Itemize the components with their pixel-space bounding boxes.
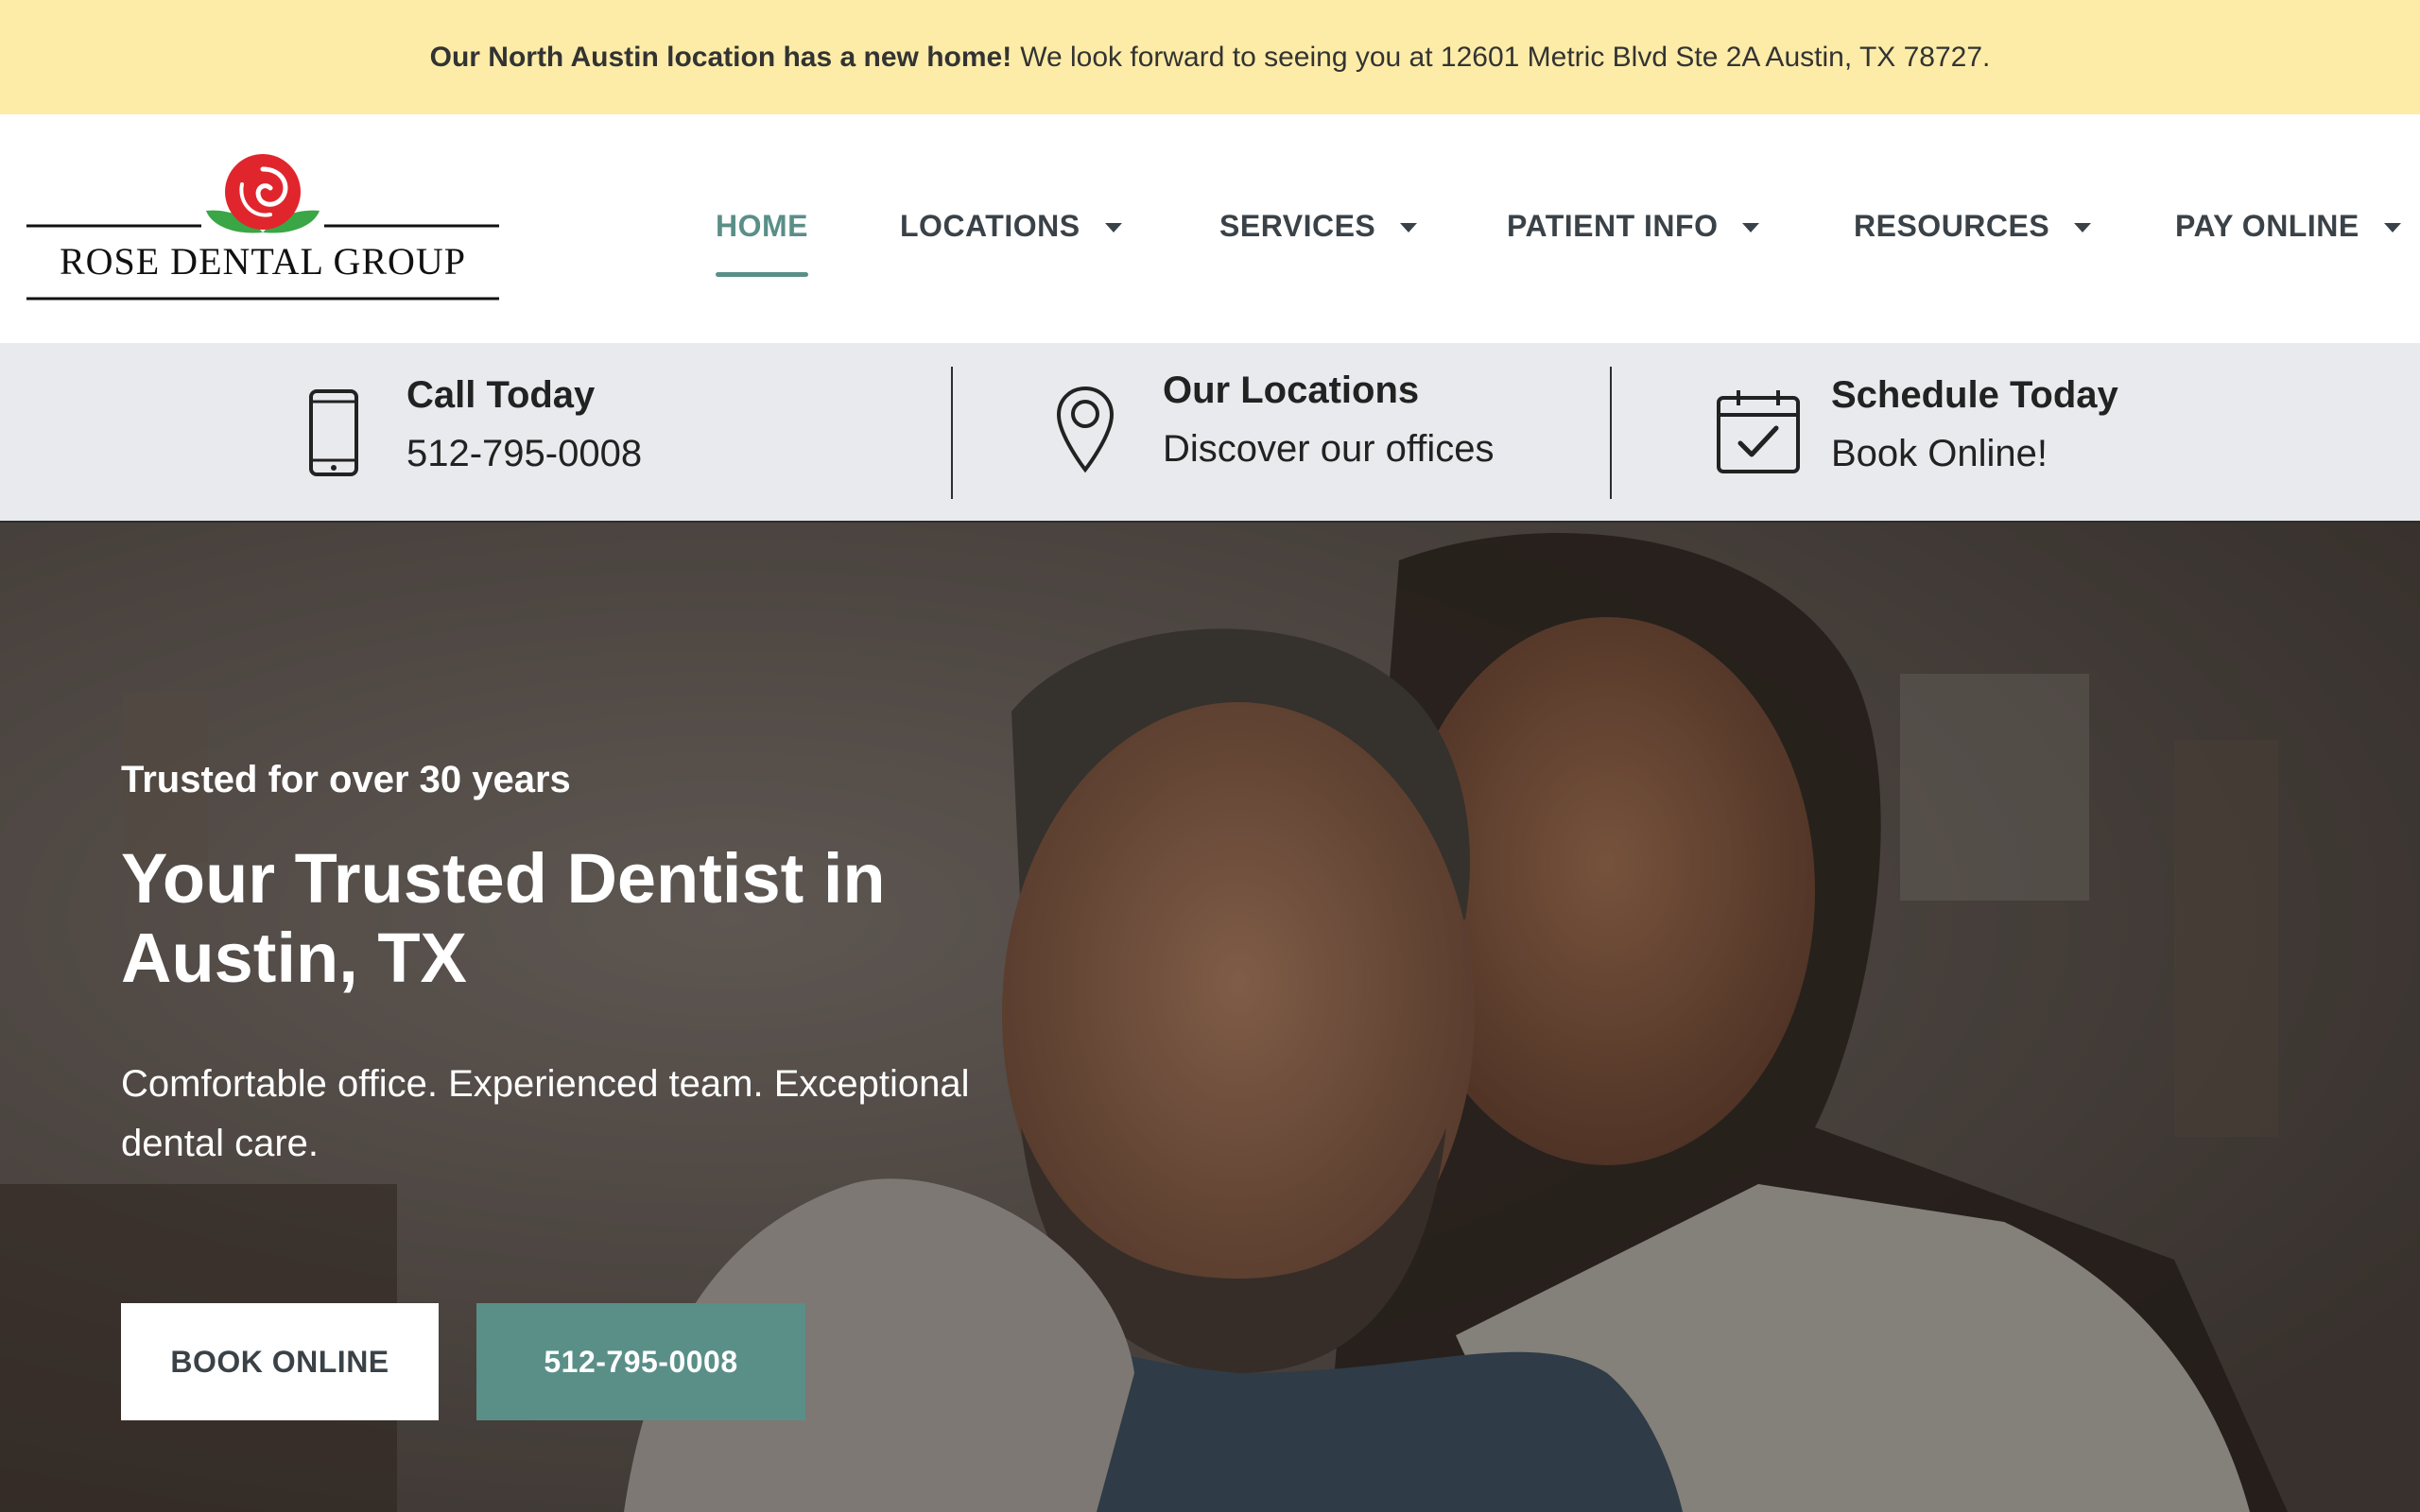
announcement-text: We look forward to seeing you at 12601 M… [1020,41,1991,73]
announcement-bar: Our North Austin location has a new home… [0,0,2420,114]
hero-eyebrow: Trusted for over 30 years [121,759,571,800]
calendar-check-icon [1717,390,1800,473]
our-locations-sub: Discover our offices [1163,428,1495,470]
chevron-down-icon [2074,223,2092,232]
info-bar: Call Today 512-795-0008 Our Locations Di… [0,343,2420,523]
our-locations-block[interactable]: Our Locations Discover our offices [953,343,1611,523]
nav-locations[interactable]: LOCATIONS [900,209,1122,294]
chevron-down-icon [1104,223,1122,232]
nav-pay-online-label: PAY ONLINE [2175,209,2360,243]
site-header: ROSE DENTAL GROUP HOME LOCATIONS SERVICE… [0,114,2420,343]
nav-home[interactable]: HOME [716,209,808,294]
nav-patient-info-label: PATIENT INFO [1507,209,1719,243]
nav-home-label: HOME [716,209,808,243]
our-locations-title: Our Locations [1163,369,1420,411]
call-today-number[interactable]: 512-795-0008 [406,433,642,475]
main-nav: HOME LOCATIONS SERVICES PATIENT INFO RES… [0,114,2420,343]
book-online-button[interactable]: BOOK ONLINE [121,1303,439,1420]
nav-resources-label: RESOURCES [1854,209,2050,243]
chevron-down-icon [1742,223,1760,232]
schedule-today-sub: Book Online! [1831,433,2048,474]
announcement-bold: Our North Austin location has a new home… [429,41,1012,73]
nav-pay-online[interactable]: PAY ONLINE [2175,209,2401,294]
nav-services-label: SERVICES [1219,209,1376,243]
nav-active-underline [716,272,808,277]
nav-locations-label: LOCATIONS [900,209,1080,243]
nav-patient-info[interactable]: PATIENT INFO [1507,209,1760,294]
phone-icon [309,389,358,476]
hero-headline: Your Trusted Dentist in Austin, TX [121,839,886,997]
hero-section: Trusted for over 30 years Your Trusted D… [0,523,2420,1512]
schedule-today-block[interactable]: Schedule Today Book Online! [1612,343,2420,523]
call-phone-button[interactable]: 512-795-0008 [476,1303,805,1420]
map-pin-icon [1056,386,1115,473]
call-today-block[interactable]: Call Today 512-795-0008 [0,343,951,523]
schedule-today-title: Schedule Today [1831,374,2118,416]
chevron-down-icon [2383,223,2401,232]
nav-resources[interactable]: RESOURCES [1854,209,2092,294]
hero-lead: Comfortable office. Experienced team. Ex… [121,1063,970,1164]
call-today-title: Call Today [406,374,596,416]
nav-services[interactable]: SERVICES [1219,209,1418,294]
chevron-down-icon [1400,223,1418,232]
